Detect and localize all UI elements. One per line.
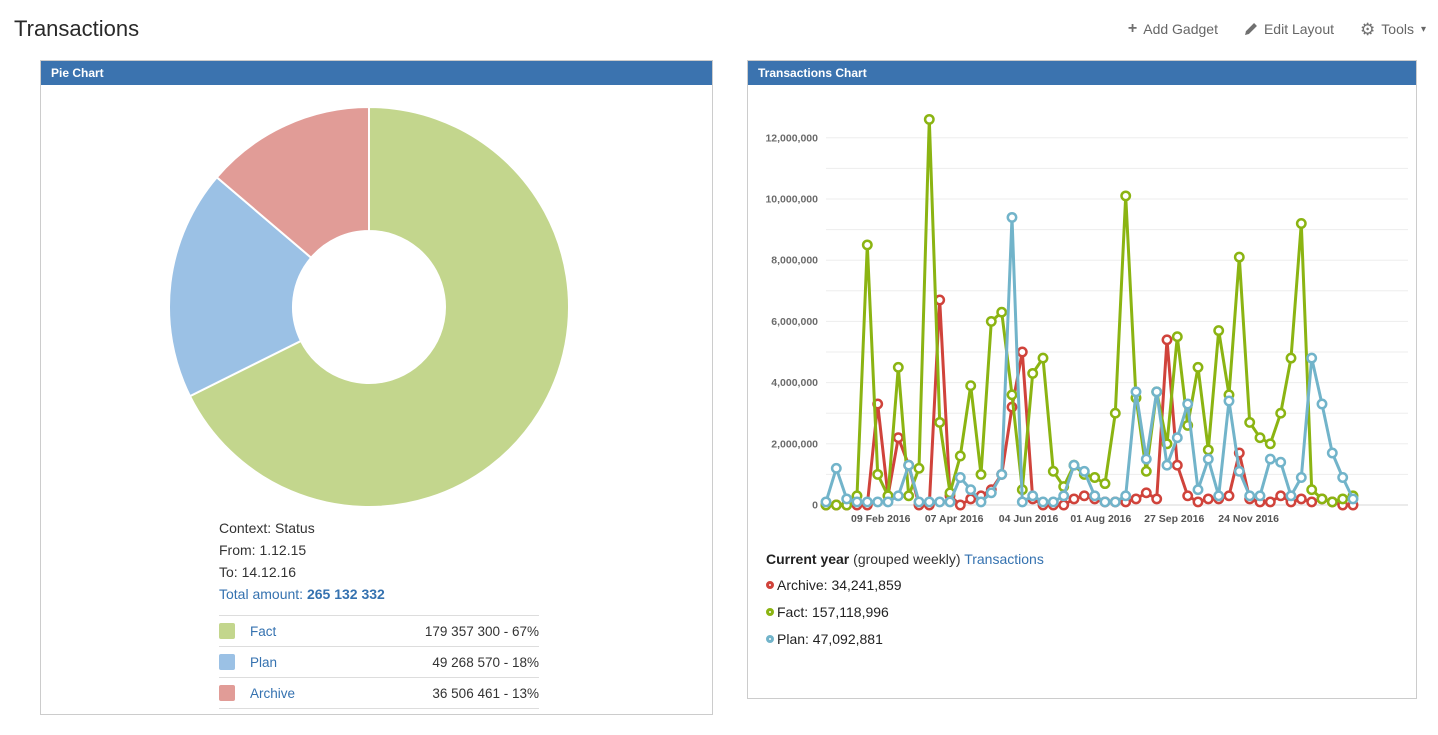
pencil-icon (1244, 22, 1258, 36)
svg-text:09 Feb 2016: 09 Feb 2016 (851, 513, 911, 525)
add-gadget-button[interactable]: + Add Gadget (1126, 19, 1220, 39)
svg-text:04 Jun 2016: 04 Jun 2016 (999, 513, 1059, 525)
dashboard: Pie Chart Context: Status From: 1.12.15 … (40, 60, 1438, 715)
svg-text:0: 0 (812, 500, 818, 512)
pie-total-line: Total amount: 265 132 332 (219, 583, 712, 605)
table-row-archive: Archive 36 506 461 - 13% (219, 678, 539, 709)
svg-text:10,000,000: 10,000,000 (765, 194, 818, 206)
add-gadget-label: Add Gadget (1143, 21, 1218, 37)
line-chart: 0 2,000,000 4,000,000 6,000,000 8,000,000 10,… (748, 85, 1416, 537)
donut-chart (41, 85, 712, 515)
pie-to-line: To: 14.12.16 (219, 561, 712, 583)
transactions-gadget-header[interactable]: Transactions Chart (748, 61, 1416, 85)
fact-value: 179 357 300 - 67% (425, 624, 539, 639)
legend-entry-fact: Fact: 157,118,996 (766, 604, 1416, 620)
tools-label: Tools (1381, 21, 1414, 37)
fact-color-swatch (219, 623, 235, 639)
archive-marker-icon (766, 581, 774, 589)
archive-color-swatch (219, 685, 235, 701)
svg-text:4,000,000: 4,000,000 (771, 377, 818, 389)
svg-text:07 Apr 2016: 07 Apr 2016 (925, 513, 984, 525)
total-amount-label: Total amount: (219, 586, 303, 602)
fact-marker-icon (766, 608, 774, 616)
gear-icon: ⚙ (1360, 21, 1375, 38)
legend-grouping: (grouped weekly) (853, 551, 960, 567)
pie-context-line: Context: Status (219, 517, 712, 539)
svg-text:2,000,000: 2,000,000 (771, 438, 818, 450)
legend-period: Current year (766, 551, 849, 567)
fact-link[interactable]: Fact (250, 624, 425, 639)
svg-text:01 Aug 2016: 01 Aug 2016 (1070, 513, 1131, 525)
plan-link[interactable]: Plan (250, 655, 432, 670)
legend-entry-plan: Plan: 47,092,881 (766, 631, 1416, 647)
transactions-link[interactable]: Transactions (964, 551, 1044, 567)
total-amount-value: 265 132 332 (307, 586, 385, 602)
page-header: Transactions + Add Gadget Edit Layout ⚙ … (0, 0, 1438, 46)
toolbar: + Add Gadget Edit Layout ⚙ Tools ▾ (1126, 19, 1428, 40)
plan-color-swatch (219, 654, 235, 670)
plan-value: 49 268 570 - 18% (432, 655, 539, 670)
legend-entry-archive: Archive: 34,241,859 (766, 577, 1416, 593)
svg-text:27 Sep 2016: 27 Sep 2016 (1144, 513, 1204, 525)
pie-info: Context: Status From: 1.12.15 To: 14.12.… (219, 517, 712, 605)
edit-layout-button[interactable]: Edit Layout (1242, 19, 1336, 39)
chevron-down-icon: ▾ (1421, 24, 1426, 35)
pie-from-line: From: 1.12.15 (219, 539, 712, 561)
pie-chart-gadget: Pie Chart Context: Status From: 1.12.15 … (40, 60, 713, 715)
pie-legend-table: Fact 179 357 300 - 67% Plan 49 268 570 -… (219, 615, 539, 709)
table-row-fact: Fact 179 357 300 - 67% (219, 616, 539, 647)
svg-text:24 Nov 2016: 24 Nov 2016 (1218, 513, 1279, 525)
svg-text:8,000,000: 8,000,000 (771, 255, 818, 267)
archive-link[interactable]: Archive (250, 686, 432, 701)
legend-title-line: Current year (grouped weekly) Transactio… (766, 551, 1416, 567)
tools-dropdown-button[interactable]: ⚙ Tools ▾ (1358, 19, 1428, 40)
legend-plan-text: Plan: 47,092,881 (777, 631, 883, 647)
line-chart-legend: Current year (grouped weekly) Transactio… (766, 551, 1416, 647)
edit-layout-label: Edit Layout (1264, 21, 1334, 37)
pie-gadget-header[interactable]: Pie Chart (41, 61, 712, 85)
svg-text:6,000,000: 6,000,000 (771, 316, 818, 328)
table-row-plan: Plan 49 268 570 - 18% (219, 647, 539, 678)
legend-fact-text: Fact: 157,118,996 (777, 604, 889, 620)
page-title: Transactions (14, 16, 139, 42)
plus-icon: + (1128, 21, 1137, 37)
transactions-chart-gadget: Transactions Chart 0 2,000,000 4,000,000 6,… (747, 60, 1417, 699)
archive-value: 36 506 461 - 13% (432, 686, 539, 701)
legend-archive-text: Archive: 34,241,859 (777, 577, 902, 593)
transactions-gadget-title: Transactions Chart (758, 66, 867, 80)
svg-text:12,000,000: 12,000,000 (765, 132, 818, 144)
pie-gadget-title: Pie Chart (51, 66, 104, 80)
plan-marker-icon (766, 635, 774, 643)
